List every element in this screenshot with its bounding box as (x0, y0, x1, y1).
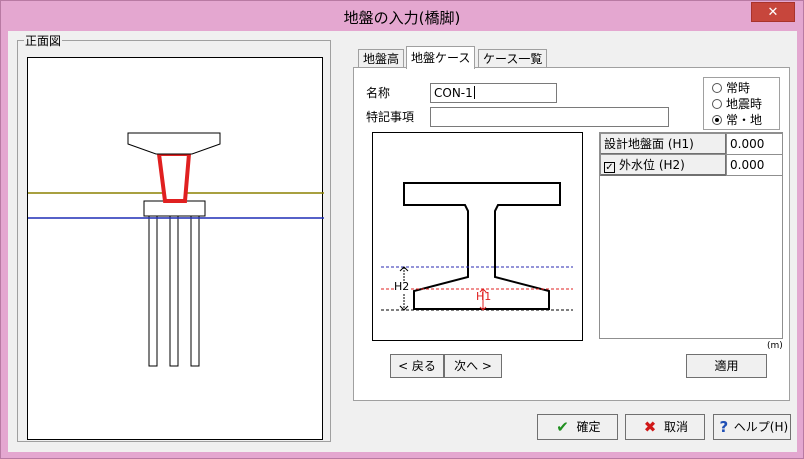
tab-ground-height[interactable]: 地盤高 (358, 49, 405, 68)
text-caret (473, 86, 475, 99)
condition-radio-group: 常時 地震時 常・地 (703, 77, 780, 130)
back-button[interactable]: < 戻る (390, 354, 444, 378)
h1-label: H1 (476, 290, 492, 303)
close-button[interactable]: ✕ (751, 2, 795, 22)
unit-label: (m) (767, 341, 783, 351)
grid-row-external-water-label[interactable]: ✓ 外水位 (H2) (600, 154, 727, 176)
ground-level-grid: 設計地盤面 (H1) 0.000 ✓ 外水位 (H2) 0.000 (599, 132, 783, 339)
radio-normal-seismic-circle (712, 115, 722, 125)
checkmark-icon: ✔ (556, 418, 569, 436)
name-input[interactable]: CON-1 (430, 83, 557, 103)
window-title: 地盤の入力(橋脚) (343, 9, 461, 27)
notes-label: 特記事項 (366, 110, 415, 124)
pile-left (148, 215, 158, 367)
grid-row-external-water-value[interactable]: 0.000 (726, 154, 783, 176)
front-view-legend: 正面図 (24, 34, 63, 48)
h2-label: H2 (394, 280, 410, 293)
tab-case-list[interactable]: ケース一覧 (478, 49, 548, 68)
radio-seismic[interactable]: 地震時 (712, 97, 762, 112)
pile-center (169, 215, 179, 367)
name-label: 名称 (366, 86, 391, 100)
radio-normal[interactable]: 常時 (712, 81, 750, 96)
dialog-client: 正面図 地盤高 地盤ケース ケース一覧 名称 CON-1 特記事項 常時 地震時… (8, 31, 797, 452)
help-button[interactable]: ? ヘルプ(H) (713, 414, 791, 440)
dialog-window: 地盤の入力(橋脚) ✕ 正面図 地盤高 地盤ケース ケース一覧 名称 CON-1… (0, 0, 804, 459)
front-view-canvas (27, 57, 324, 440)
ground-case-diagram: H2 H1 (372, 132, 583, 341)
tab-ground-case[interactable]: 地盤ケース (406, 46, 476, 69)
pier-column (156, 152, 192, 203)
radio-normal-circle (712, 83, 722, 93)
pier-elevation-drawing (28, 132, 324, 367)
notes-input[interactable] (430, 107, 669, 127)
apply-button[interactable]: 適用 (686, 354, 767, 378)
grid-row-design-ground-value[interactable]: 0.000 (726, 133, 783, 155)
next-button[interactable]: 次へ > (444, 354, 502, 378)
radio-normal-seismic[interactable]: 常・地 (712, 113, 762, 128)
grid-row-design-ground-label: 設計地盤面 (H1) (600, 133, 727, 155)
ground-case-panel: 名称 CON-1 特記事項 常時 地震時 常・地 H2 H1 設計地盤面 (H1… (353, 67, 790, 401)
close-icon: ✕ (767, 5, 779, 20)
pile-right (190, 215, 200, 367)
ok-button[interactable]: ✔ 確定 (537, 414, 618, 440)
radio-seismic-circle (712, 99, 722, 109)
cancel-button[interactable]: ✖ 取消 (625, 414, 705, 440)
pier-cap (127, 132, 221, 155)
pier-section-drawing (381, 182, 573, 311)
footing (143, 200, 206, 217)
front-view-group: 正面図 (17, 34, 331, 442)
cross-icon: ✖ (643, 418, 657, 436)
external-water-checkbox[interactable]: ✓ (604, 162, 615, 173)
title-bar: 地盤の入力(橋脚) ✕ (1, 1, 803, 31)
question-icon: ? (719, 418, 729, 436)
